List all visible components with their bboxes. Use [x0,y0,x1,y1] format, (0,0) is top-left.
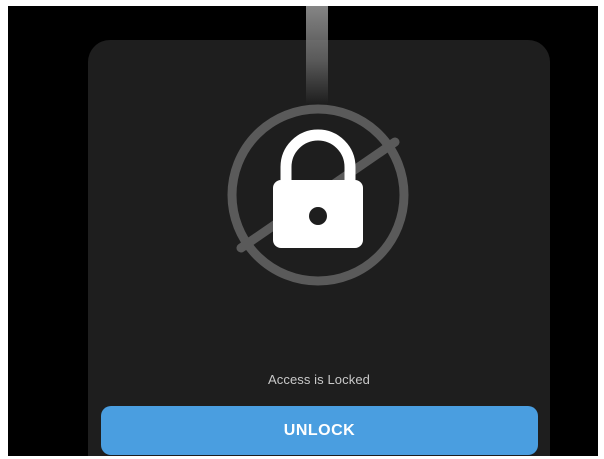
unlock-button[interactable]: UNLOCK [101,406,538,455]
access-status-text: Access is Locked [267,372,371,387]
lock-screen: Access is Locked UNLOCK [8,6,598,456]
locked-padlock-prohibited-icon [227,104,409,286]
padlock-icon [273,129,363,248]
light-beam-decoration [306,6,328,104]
